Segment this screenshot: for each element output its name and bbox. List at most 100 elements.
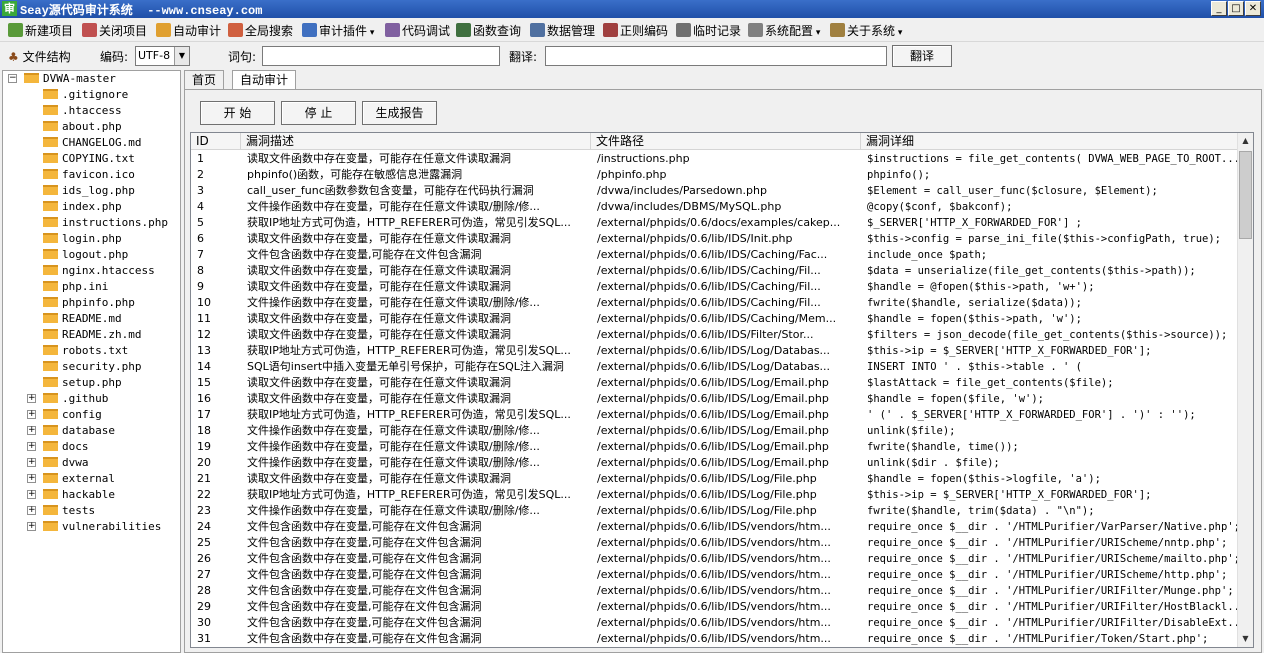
tree-item[interactable]: CHANGELOG.md (43, 135, 141, 151)
table-row[interactable]: 17 获取IP地址方式可伪造，HTTP_REFERER可伪造，常见引发SQL...… (191, 407, 1239, 423)
table-row[interactable]: 16 读取文件函数中存在变量，可能存在任意文件读取漏洞/external/phpi… (191, 391, 1239, 407)
table-row[interactable]: 31 文件包含函数中存在变量,可能存在文件包含漏洞/external/phpids… (191, 631, 1239, 647)
maximize-button[interactable]: □ (1228, 1, 1244, 16)
tree-item[interactable]: index.php (43, 199, 122, 215)
tree-item[interactable]: dvwa (43, 455, 89, 471)
table-row[interactable]: 14 SQL语句insert中插入变量无单引号保护，可能存在SQL注入漏洞/ext… (191, 359, 1239, 375)
tree-item[interactable]: php.ini (43, 279, 108, 295)
tree-item[interactable]: ids_log.php (43, 183, 135, 199)
menu-item-8[interactable]: 正则编码 (603, 22, 668, 40)
scroll-down-icon[interactable]: ▼ (1238, 631, 1253, 647)
header-description[interactable]: 漏洞描述 (241, 133, 591, 150)
table-row[interactable]: 26 文件包含函数中存在变量,可能存在文件包含漏洞/external/phpids… (191, 551, 1239, 567)
tree-item[interactable]: README.zh.md (43, 327, 141, 343)
menu-item-0[interactable]: 新建项目 (8, 22, 73, 40)
table-row[interactable]: 25 文件包含函数中存在变量,可能存在文件包含漏洞/external/phpids… (191, 535, 1239, 551)
table-row[interactable]: 1 读取文件函数中存在变量，可能存在任意文件读取漏洞/instructions.p… (191, 151, 1239, 167)
tree-item[interactable]: nginx.htaccess (43, 263, 155, 279)
vertical-scrollbar[interactable]: ▲ ▼ (1237, 133, 1253, 647)
table-row[interactable]: 5 获取IP地址方式可伪造，HTTP_REFERER可伪造，常见引发SQL... /… (191, 215, 1239, 231)
expand-icon[interactable]: + (27, 458, 36, 467)
table-row[interactable]: 30 文件包含函数中存在变量,可能存在文件包含漏洞/external/phpids… (191, 615, 1239, 631)
close-window-button[interactable]: ✕ (1245, 1, 1261, 16)
tree-item[interactable]: .gitignore (43, 87, 128, 103)
table-row[interactable]: 2 phpinfo()函数，可能存在敏感信息泄露漏洞/phpinfo.php php… (191, 167, 1239, 183)
tree-item[interactable]: about.php (43, 119, 122, 135)
table-row[interactable]: 21 读取文件函数中存在变量，可能存在任意文件读取漏洞/external/phpi… (191, 471, 1239, 487)
tree-item[interactable]: hackable (43, 487, 115, 503)
scroll-up-icon[interactable]: ▲ (1238, 133, 1253, 149)
table-row[interactable]: 10 文件操作函数中存在变量，可能存在任意文件读取/删除/修... /externa… (191, 295, 1239, 311)
table-row[interactable]: 3 call_user_func函数参数包含变量，可能存在代码执行漏洞/dvwa/… (191, 183, 1239, 199)
tree-item[interactable]: phpinfo.php (43, 295, 135, 311)
menu-item-1[interactable]: 关闭项目 (82, 22, 147, 40)
tree-item[interactable]: vulnerabilities (43, 519, 161, 535)
tree-item[interactable]: external (43, 471, 115, 487)
tree-item[interactable]: security.php (43, 359, 141, 375)
file-tree[interactable]: − DVWA-master .gitignore .htaccess about.php… (2, 70, 181, 653)
expand-icon[interactable]: + (27, 426, 36, 435)
chevron-down-icon[interactable]: ▼ (174, 47, 189, 65)
minimize-button[interactable]: _ (1211, 1, 1227, 16)
tree-item[interactable]: config (43, 407, 102, 423)
encoding-select[interactable]: UTF-8 ▼ (135, 46, 190, 66)
table-row[interactable]: 20 文件操作函数中存在变量，可能存在任意文件读取/删除/修... /externa… (191, 455, 1239, 471)
header-path[interactable]: 文件路径 (591, 133, 861, 150)
tree-item[interactable]: instructions.php (43, 215, 168, 231)
file-structure-label[interactable]: ♣ 文件结构 (8, 48, 71, 65)
translate-input[interactable] (545, 46, 887, 66)
menu-item-10[interactable]: 系统配置 ▾ (748, 22, 820, 40)
tree-item[interactable]: docs (43, 439, 89, 455)
tab-auto-audit[interactable]: 自动审计 (232, 70, 297, 91)
scroll-thumb[interactable] (1239, 151, 1252, 239)
table-row[interactable]: 11 读取文件函数中存在变量，可能存在任意文件读取漏洞/external/phpi… (191, 311, 1239, 327)
table-row[interactable]: 29 文件包含函数中存在变量,可能存在文件包含漏洞/external/phpids… (191, 599, 1239, 615)
stop-button[interactable]: 停 止 (281, 101, 356, 125)
header-id[interactable]: ID (191, 133, 241, 150)
menu-item-7[interactable]: 数据管理 (530, 22, 595, 40)
table-row[interactable]: 22 获取IP地址方式可伪造，HTTP_REFERER可伪造，常见引发SQL...… (191, 487, 1239, 503)
table-row[interactable]: 4 文件操作函数中存在变量，可能存在任意文件读取/删除/修... /dvwa/inc… (191, 199, 1239, 215)
start-button[interactable]: 开 始 (200, 101, 275, 125)
table-row[interactable]: 8 读取文件函数中存在变量，可能存在任意文件读取漏洞/external/phpid… (191, 263, 1239, 279)
table-row[interactable]: 9 读取文件函数中存在变量，可能存在任意文件读取漏洞/external/phpid… (191, 279, 1239, 295)
collapse-icon[interactable]: − (8, 74, 17, 83)
tree-item[interactable]: README.md (43, 311, 122, 327)
tree-item[interactable]: logout.php (43, 247, 128, 263)
table-row[interactable]: 18 文件操作函数中存在变量，可能存在任意文件读取/删除/修... /externa… (191, 423, 1239, 439)
tree-item[interactable]: setup.php (43, 375, 122, 391)
menu-item-3[interactable]: 全局搜索 (228, 22, 293, 40)
menu-item-6[interactable]: 函数查询 (456, 22, 521, 40)
tree-root[interactable]: DVWA-master (24, 71, 116, 87)
table-row[interactable]: 12 读取文件函数中存在变量，可能存在任意文件读取漏洞/external/phpi… (191, 327, 1239, 343)
table-row[interactable]: 24 文件包含函数中存在变量,可能存在文件包含漏洞/external/phpids… (191, 519, 1239, 535)
expand-icon[interactable]: + (27, 474, 36, 483)
tree-item[interactable]: COPYING.txt (43, 151, 135, 167)
header-detail[interactable]: 漏洞详细 (861, 133, 1241, 150)
table-row[interactable]: 13 获取IP地址方式可伪造，HTTP_REFERER可伪造，常见引发SQL...… (191, 343, 1239, 359)
table-row[interactable]: 15 读取文件函数中存在变量，可能存在任意文件读取漏洞/external/phpi… (191, 375, 1239, 391)
table-row[interactable]: 23 文件操作函数中存在变量，可能存在任意文件读取/删除/修... /externa… (191, 503, 1239, 519)
expand-icon[interactable]: + (27, 522, 36, 531)
tree-item[interactable]: favicon.ico (43, 167, 135, 183)
menu-item-5[interactable]: 代码调试 (385, 22, 450, 40)
table-row[interactable]: 19 文件操作函数中存在变量，可能存在任意文件读取/删除/修... /externa… (191, 439, 1239, 455)
table-row[interactable]: 27 文件包含函数中存在变量,可能存在文件包含漏洞/external/phpids… (191, 567, 1239, 583)
expand-icon[interactable]: + (27, 490, 36, 499)
tree-item[interactable]: .htaccess (43, 103, 122, 119)
word-input[interactable] (262, 46, 500, 66)
menu-item-9[interactable]: 临时记录 (676, 22, 741, 40)
table-row[interactable]: 7 文件包含函数中存在变量,可能存在文件包含漏洞/external/phpids/… (191, 247, 1239, 263)
tree-item[interactable]: login.php (43, 231, 122, 247)
menu-item-11[interactable]: 关于系统 ▾ (830, 22, 902, 40)
menu-item-2[interactable]: 自动审计 (156, 22, 221, 40)
results-grid[interactable]: ID 漏洞描述 文件路径 漏洞详细 1 读取文件函数中存在变量，可能存在任意文件读… (190, 132, 1254, 648)
menu-item-4[interactable]: 审计插件 ▾ (302, 22, 374, 40)
expand-icon[interactable]: + (27, 506, 36, 515)
tree-item[interactable]: .github (43, 391, 108, 407)
expand-icon[interactable]: + (27, 442, 36, 451)
expand-icon[interactable]: + (27, 394, 36, 403)
tree-item[interactable]: database (43, 423, 115, 439)
translate-button[interactable]: 翻译 (892, 45, 952, 67)
generate-report-button[interactable]: 生成报告 (362, 101, 437, 125)
